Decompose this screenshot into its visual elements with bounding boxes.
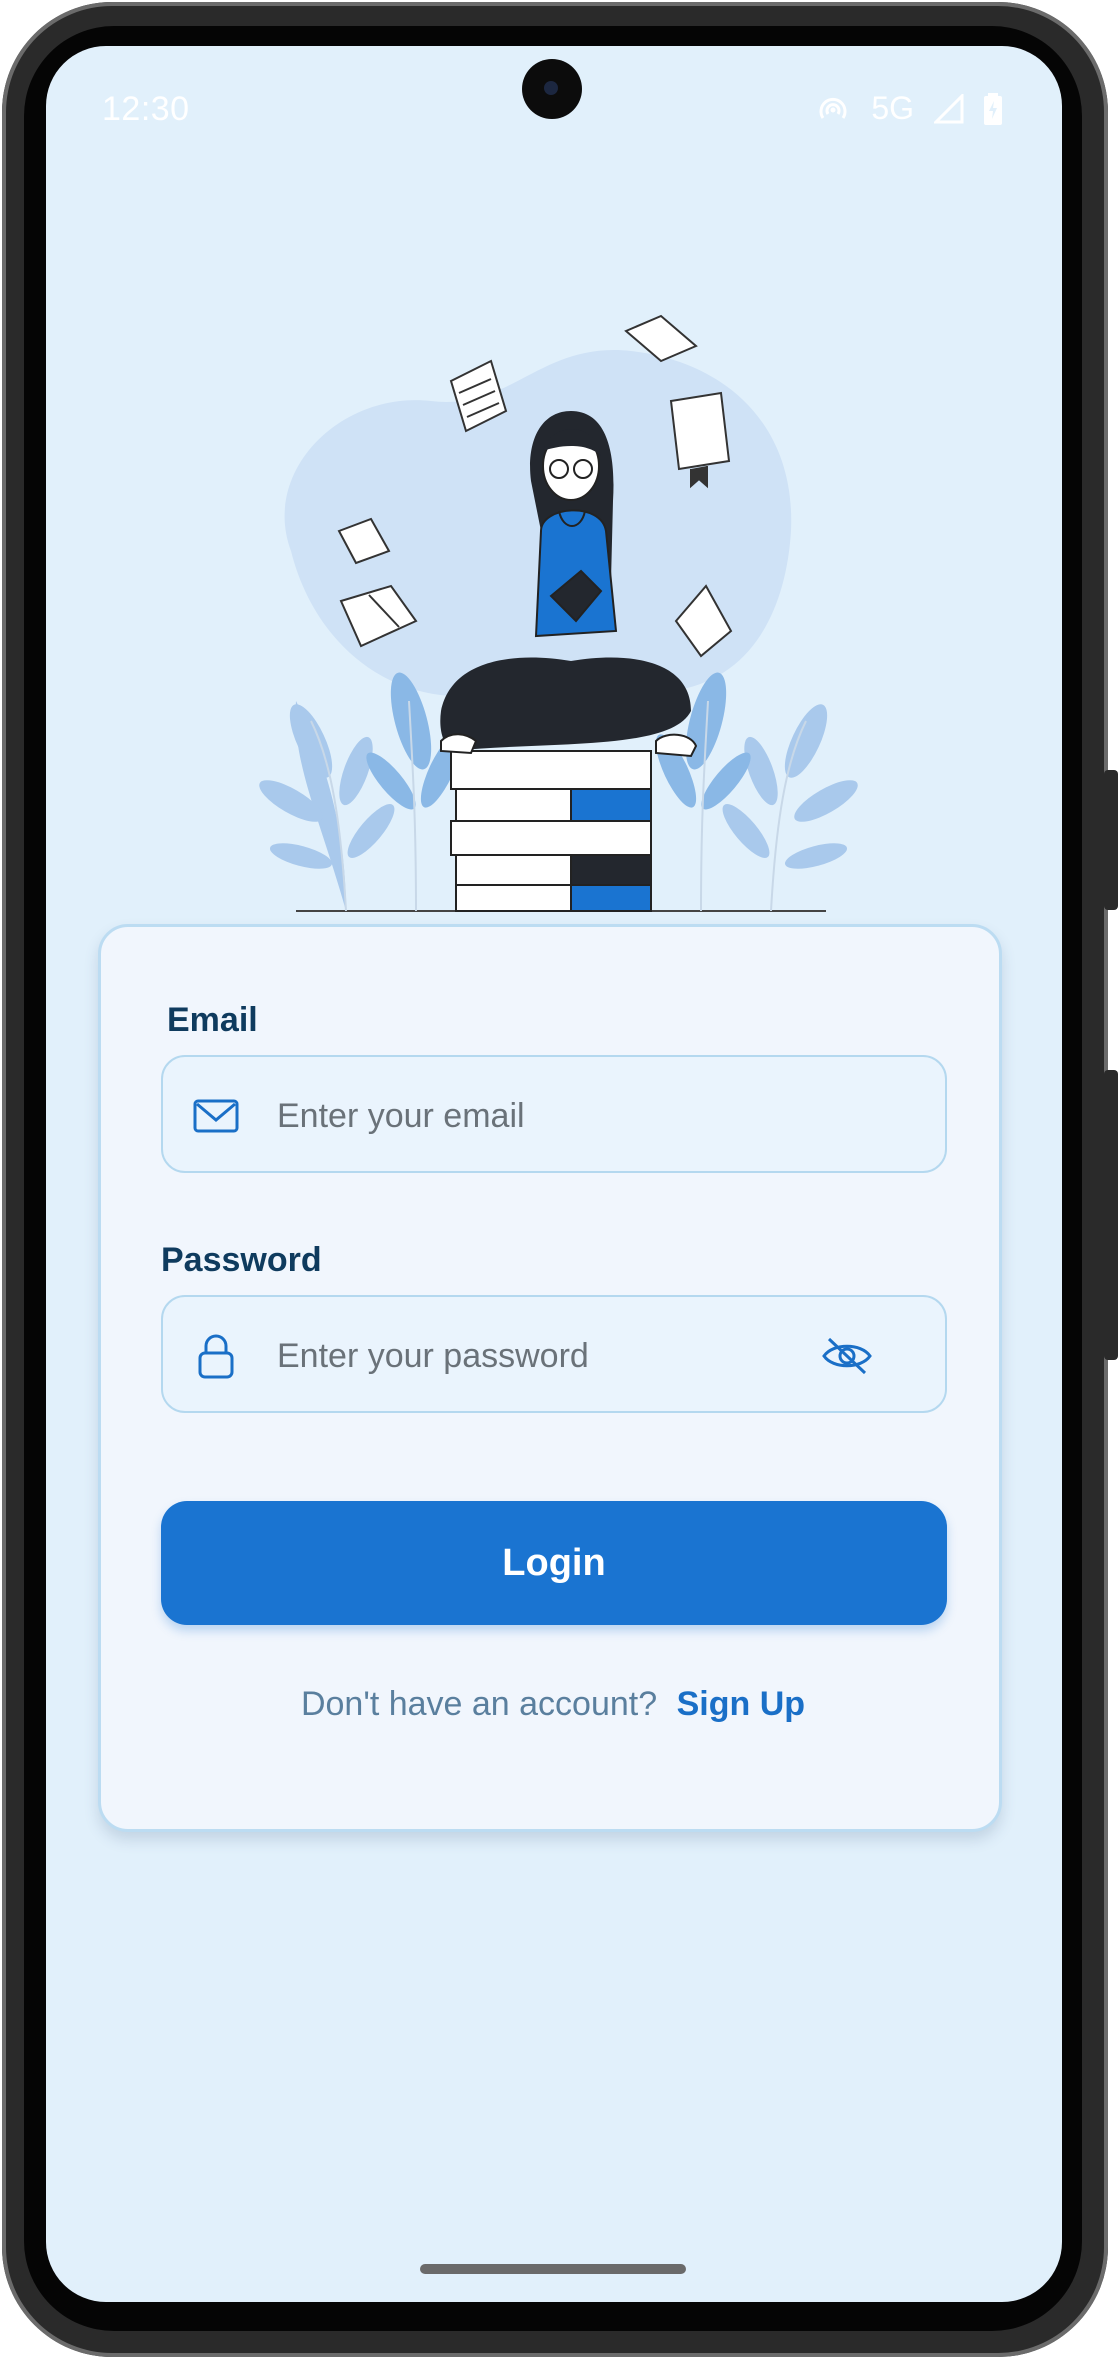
- hotspot-icon: [819, 97, 847, 119]
- status-bar: 12:30 5G: [46, 46, 1062, 156]
- lock-icon: [198, 1334, 234, 1379]
- app-screen: 12:30 5G Email Enter your email Password…: [46, 46, 1062, 2302]
- email-placeholder: Enter your email: [277, 1097, 525, 1135]
- password-field[interactable]: Enter your password: [161, 1295, 947, 1413]
- home-indicator[interactable]: [420, 2264, 686, 2274]
- network-type: 5G: [871, 90, 914, 126]
- status-time: 12:30: [102, 90, 190, 128]
- mail-icon: [193, 1099, 239, 1133]
- phone-device: 12:30 5G Email Enter your email Password…: [0, 0, 1118, 2361]
- login-card: Email Enter your email Password Enter yo…: [98, 924, 1002, 1832]
- email-field[interactable]: Enter your email: [161, 1055, 947, 1173]
- password-placeholder: Enter your password: [277, 1337, 589, 1375]
- signup-row: Don't have an account? Sign Up: [101, 1685, 1005, 1724]
- volume-button: [1104, 1070, 1118, 1360]
- password-label: Password: [161, 1241, 322, 1279]
- signup-link[interactable]: Sign Up: [677, 1685, 805, 1723]
- login-button[interactable]: Login: [161, 1501, 947, 1625]
- signup-question: Don't have an account?: [300, 1685, 658, 1723]
- status-icons: 5G: [815, 90, 1002, 127]
- eye-off-icon[interactable]: [821, 1333, 873, 1379]
- battery-icon: [984, 92, 1002, 125]
- email-label: Email: [167, 1001, 258, 1039]
- front-camera: [522, 59, 582, 119]
- power-button: [1104, 770, 1118, 910]
- signal-icon: [934, 93, 964, 123]
- reading-illustration: [259, 314, 858, 912]
